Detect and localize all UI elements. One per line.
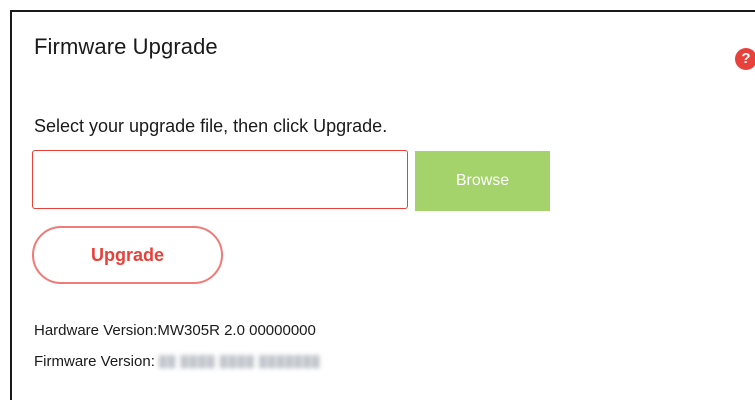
firmware-version-label: Firmware Version: — [34, 353, 155, 370]
hardware-version-value: MW305R 2.0 00000000 — [157, 322, 316, 339]
browse-button[interactable]: Browse — [415, 151, 550, 211]
firmware-version-value-redacted: ██ ████ ████ ███████ — [158, 356, 321, 369]
hardware-version-row: Hardware Version:MW305R 2.0 00000000 — [34, 322, 316, 339]
upgrade-button[interactable]: Upgrade — [32, 226, 223, 284]
upgrade-instruction: Select your upgrade file, then click Upg… — [34, 116, 388, 136]
hardware-version-label: Hardware Version: — [34, 322, 158, 339]
help-icon[interactable]: ? — [735, 48, 755, 70]
upgrade-file-input[interactable] — [32, 150, 408, 209]
page-title: Firmware Upgrade — [34, 34, 218, 59]
firmware-upgrade-panel: Firmware Upgrade ? Select your upgrade f… — [10, 10, 755, 400]
firmware-version-row: Firmware Version: ██ ████ ████ ███████ — [34, 353, 321, 370]
